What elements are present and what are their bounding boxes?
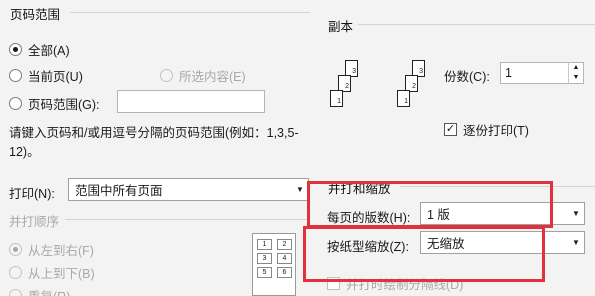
- page-range-input[interactable]: [117, 90, 265, 113]
- radio-left-to-right-label: 从左到右(F): [28, 244, 94, 258]
- highlight-box-scale: [303, 226, 545, 282]
- copies-title: 副本: [328, 20, 354, 34]
- copies-divider: [358, 24, 595, 25]
- radio-current-page-label: 当前页(U): [28, 70, 83, 84]
- collate-stack-1-icon: 3 2 1: [330, 60, 380, 132]
- radio-page-range-label: 页码范围(G):: [28, 98, 100, 112]
- radio-top-to-bottom: 从上到下(B): [9, 263, 95, 282]
- preview-cell: 4: [277, 253, 292, 264]
- collate-stack-2-icon: 3 2 1: [397, 60, 447, 132]
- preview-cell: 5: [257, 267, 272, 278]
- highlight-box-pages-per-sheet: [307, 181, 553, 228]
- radio-left-to-right-button: [9, 243, 22, 256]
- print-what-select[interactable]: 范围中所有页面 ▼: [68, 178, 309, 201]
- radio-repeat-button: [9, 289, 22, 296]
- preview-cell: 3: [257, 253, 272, 264]
- radio-all-button[interactable]: [9, 43, 22, 56]
- collate-label: 逐份打印(T): [463, 124, 529, 138]
- radio-repeat-label: 重复(R): [28, 286, 70, 296]
- spinner-arrows[interactable]: ▲ ▼: [568, 63, 583, 83]
- preview-cell: 6: [277, 267, 292, 278]
- radio-all[interactable]: 全部(A): [9, 40, 70, 59]
- page-range-hint: 请键入页码和/或用逗号分隔的页码范围(例如：1,3,5-12)。: [9, 126, 299, 159]
- radio-page-range[interactable]: 页码范围(G):: [9, 94, 100, 113]
- print-what-label: 打印(N):: [9, 187, 55, 201]
- order-preview-icon: 1 2 3 4 5 6: [252, 233, 296, 296]
- collate-checkbox-box[interactable]: ✓: [444, 123, 457, 136]
- copies-spinner[interactable]: 1 ▲ ▼: [500, 62, 584, 84]
- chevron-down-icon[interactable]: ▼: [568, 209, 584, 218]
- stack-page: 1: [397, 90, 410, 107]
- spinner-down-icon[interactable]: ▼: [569, 73, 583, 83]
- radio-selection: 所选内容(E): [160, 66, 246, 85]
- spinner-up-icon[interactable]: ▲: [569, 63, 583, 73]
- copies-count-label: 份数(C):: [444, 70, 490, 84]
- radio-page-range-button[interactable]: [9, 97, 22, 110]
- radio-left-to-right: 从左到右(F): [9, 240, 94, 259]
- radio-all-label: 全部(A): [28, 44, 70, 58]
- chevron-down-icon[interactable]: ▼: [568, 238, 584, 247]
- preview-cell: 2: [277, 239, 292, 250]
- radio-selection-label: 所选内容(E): [179, 70, 246, 84]
- copies-count-value[interactable]: 1: [501, 66, 568, 80]
- radio-repeat: 重复(R): [9, 286, 70, 296]
- stack-page: 1: [330, 90, 343, 107]
- preview-cell: 1: [257, 239, 272, 250]
- chevron-down-icon[interactable]: ▼: [292, 185, 308, 194]
- order-divider: [65, 219, 310, 220]
- order-title: 并打顺序: [9, 215, 60, 229]
- radio-current-page-button[interactable]: [9, 69, 22, 82]
- radio-top-to-bottom-button: [9, 266, 22, 279]
- radio-current-page[interactable]: 当前页(U): [9, 66, 83, 85]
- page-range-divider: [70, 12, 310, 13]
- print-what-value: 范围中所有页面: [75, 184, 163, 198]
- page-range-title: 页码范围: [10, 8, 61, 22]
- radio-top-to-bottom-label: 从上到下(B): [28, 267, 95, 281]
- collate-checkbox[interactable]: ✓ 逐份打印(T): [444, 120, 529, 139]
- radio-selection-button: [160, 69, 173, 82]
